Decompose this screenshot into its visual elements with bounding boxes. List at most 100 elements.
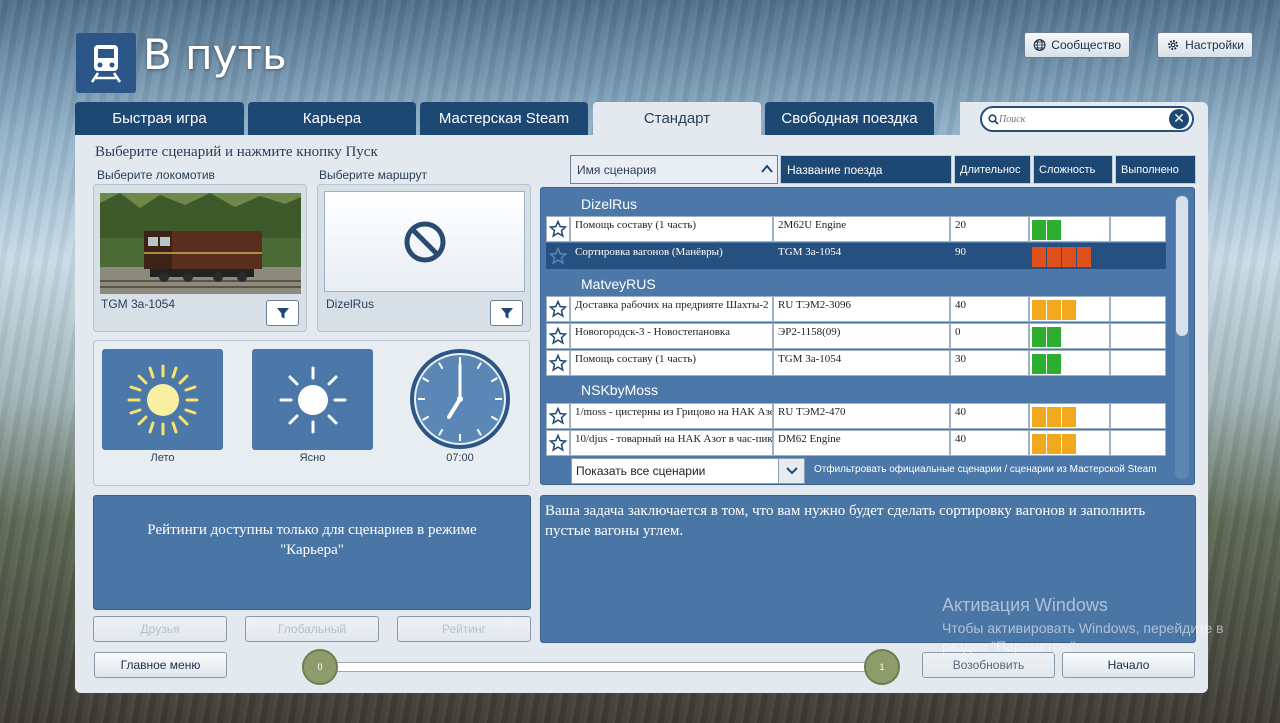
train-name-cell: ЭР2-1158(09): [773, 323, 950, 349]
tab-quick-game[interactable]: Быстрая игра: [75, 102, 244, 135]
filter-description: Отфильтровать официальные сценарии / сце…: [814, 464, 1157, 475]
clock-button[interactable]: [408, 347, 512, 454]
tab-free-roam[interactable]: Свободная поездка: [765, 102, 934, 135]
renew-button[interactable]: Возобновить: [922, 652, 1055, 678]
train-name-cell: RU ТЭМ2-3096: [773, 296, 950, 322]
duration-cell: 90: [950, 243, 1029, 269]
completed-cell: [1110, 350, 1166, 376]
filter-icon: [500, 308, 513, 319]
conditions-panel: Лето Ясно 07:00: [93, 340, 530, 486]
filter-icon: [276, 308, 289, 319]
column-completed[interactable]: Выполнено: [1115, 155, 1196, 184]
group-header-matveyrus: MatveyRUS: [581, 276, 656, 292]
difficulty-cell: [1029, 323, 1110, 349]
favorite-star-icon[interactable]: [546, 403, 570, 429]
column-scenario-name[interactable]: Имя сценария: [570, 155, 778, 184]
route-name: DizelRus: [326, 297, 375, 311]
difficulty-bar: [1047, 354, 1061, 374]
scenario-row[interactable]: 10/djus - товарный на НАК Азот в час-пик…: [546, 430, 1173, 456]
locomotive-card[interactable]: TGM 3a-1054: [93, 184, 307, 332]
time-label: 07:00: [446, 452, 474, 464]
scenario-name-cell: Доставка рабочих на предрияте Шахты-2: [570, 296, 773, 322]
duration-cell: 40: [950, 403, 1029, 429]
slider-max-knob[interactable]: 1: [864, 649, 900, 685]
weather-button[interactable]: [252, 349, 373, 450]
route-label: Выберите маршрут: [319, 168, 428, 182]
scenario-name-cell: Новогородск-3 - Новостепановка: [570, 323, 773, 349]
clear-sun-icon: [279, 366, 346, 433]
list-scrollbar-thumb[interactable]: [1176, 196, 1188, 336]
favorite-star-icon[interactable]: [546, 323, 570, 349]
start-button[interactable]: Начало: [1062, 652, 1195, 678]
tab-steam-workshop[interactable]: Мастерская Steam: [420, 102, 588, 135]
scenario-name-cell: Сортировка вагонов (Манёвры): [570, 243, 773, 269]
completed-cell: [1110, 403, 1166, 429]
rating-button[interactable]: Рейтинг: [397, 616, 531, 642]
page-title: В путь: [143, 30, 287, 79]
scenario-row[interactable]: Сортировка вагонов (Манёвры) TGM 3a-1054 9…: [546, 243, 1173, 269]
search-input[interactable]: [999, 113, 1149, 125]
train-logo-icon: [76, 33, 136, 93]
activation-watermark-title: Активация Windows: [942, 595, 1108, 615]
clear-search-icon[interactable]: ✕: [1169, 109, 1189, 129]
route-filter-button[interactable]: [490, 300, 523, 326]
difficulty-bar: [1047, 300, 1061, 320]
difficulty-bar: [1032, 300, 1046, 320]
scenario-row[interactable]: Помощь составу (1 часть) TGM 3a-1054 30: [546, 350, 1173, 376]
group-header-nskbymoss: NSKbyMoss: [581, 382, 659, 398]
difficulty-cell: [1029, 296, 1110, 322]
difficulty-bar: [1077, 247, 1091, 267]
season-button[interactable]: [102, 349, 223, 450]
scenario-row[interactable]: Доставка рабочих на предрияте Шахты-2 RU …: [546, 296, 1173, 322]
progress-slider[interactable]: [320, 662, 882, 672]
scenario-row[interactable]: Помощь составу (1 часть) 2M62U Engine 20: [546, 216, 1173, 242]
favorite-star-icon[interactable]: [546, 350, 570, 376]
difficulty-bar: [1032, 220, 1046, 240]
settings-button[interactable]: Настройки: [1157, 32, 1253, 58]
duration-cell: 0: [950, 323, 1029, 349]
friends-button[interactable]: Друзья: [93, 616, 227, 642]
column-scenario-label: Имя сценария: [577, 162, 657, 177]
favorite-star-icon[interactable]: [546, 430, 570, 456]
scenario-name-cell: 1/moss - цистерны из Грицово на НАК Азот: [570, 403, 773, 429]
train-name-cell: RU ТЭМ2-470: [773, 403, 950, 429]
global-button[interactable]: Глобальный: [245, 616, 379, 642]
train-name-cell: TGM 3a-1054: [773, 350, 950, 376]
scenario-row[interactable]: 1/moss - цистерны из Грицово на НАК Азот…: [546, 403, 1173, 429]
scenario-name-cell: 10/djus - товарный на НАК Азот в час-пик: [570, 430, 773, 456]
rating-text-line1: Рейтинги доступны только для сценариев в…: [147, 522, 477, 538]
scenario-name-cell: Помощь составу (1 часть): [570, 216, 773, 242]
clock-icon: [410, 349, 510, 449]
favorite-star-icon[interactable]: [546, 296, 570, 322]
search-box[interactable]: ✕: [980, 106, 1194, 132]
difficulty-cell: [1029, 430, 1110, 456]
globe-icon: [1033, 39, 1046, 51]
show-all-dropdown[interactable]: Показать все сценарии: [571, 458, 805, 484]
difficulty-cell: [1029, 216, 1110, 242]
route-card[interactable]: DizelRus: [317, 184, 531, 332]
rating-panel: Рейтинги доступны только для сценариев в…: [93, 495, 531, 610]
community-button[interactable]: Сообщество: [1024, 32, 1130, 58]
slider-min-knob[interactable]: 0: [302, 649, 338, 685]
search-icon: [988, 113, 999, 125]
column-train-name[interactable]: Название поезда: [780, 155, 952, 184]
favorite-star-icon[interactable]: [546, 216, 570, 242]
instruction-text: Выберите сценарий и нажмите кнопку Пуск: [95, 144, 378, 160]
train-name-cell: TGM 3a-1054: [773, 243, 950, 269]
scenario-name-cell: Помощь составу (1 часть): [570, 350, 773, 376]
scenario-row[interactable]: Новогородск-3 - Новостепановка ЭР2-1158(0…: [546, 323, 1173, 349]
difficulty-bar: [1047, 434, 1061, 454]
difficulty-cell: [1029, 243, 1110, 269]
tab-career[interactable]: Карьера: [248, 102, 416, 135]
locomotive-name: TGM 3a-1054: [101, 297, 176, 311]
column-duration[interactable]: Длительнос: [954, 155, 1031, 184]
tab-standard[interactable]: Стандарт: [593, 102, 761, 135]
locomotive-filter-button[interactable]: [266, 300, 299, 326]
completed-cell: [1110, 323, 1166, 349]
difficulty-cell: [1029, 350, 1110, 376]
difficulty-bar: [1062, 247, 1076, 267]
column-difficulty[interactable]: Сложность: [1033, 155, 1113, 184]
main-menu-button[interactable]: Главное меню: [94, 652, 227, 678]
favorite-star-icon[interactable]: [546, 243, 570, 269]
difficulty-bar: [1032, 247, 1046, 267]
